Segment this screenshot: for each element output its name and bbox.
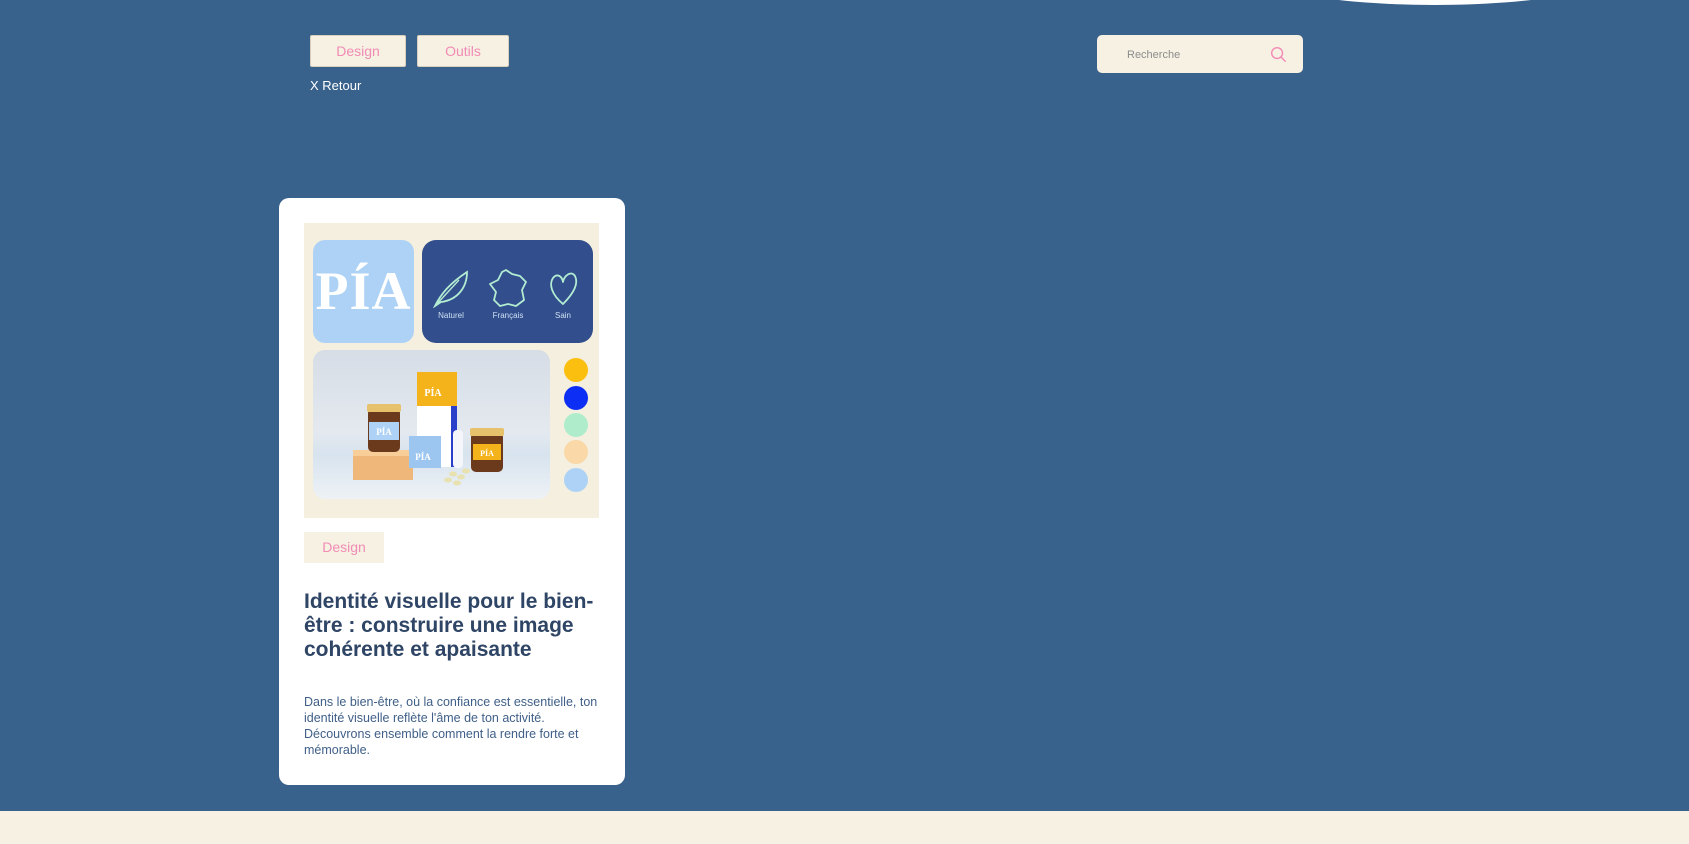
svg-text:PÍA: PÍA bbox=[480, 448, 494, 458]
product-photo: PÍA PÍA PÍA PÍA bbox=[313, 350, 550, 499]
palette-swatch bbox=[564, 358, 588, 382]
filter-design-button[interactable]: Design bbox=[310, 35, 406, 67]
palette-swatch bbox=[564, 413, 588, 437]
value-francais: Français bbox=[483, 268, 533, 320]
brand-values-panel: Naturel Français Sain bbox=[422, 240, 593, 343]
heart-icon bbox=[550, 272, 578, 305]
article-card[interactable]: PÍA Naturel Français Sain PÍA PÍA PÍA PÍ… bbox=[279, 198, 625, 785]
svg-text:PÍA: PÍA bbox=[424, 387, 442, 399]
value-label: Sain bbox=[554, 311, 571, 320]
category-tag[interactable]: Design bbox=[304, 532, 384, 563]
palette-swatch bbox=[564, 440, 588, 464]
back-link[interactable]: X Retour bbox=[310, 78, 361, 93]
search-input[interactable] bbox=[1125, 44, 1269, 66]
value-naturel: Naturel bbox=[426, 268, 476, 320]
filter-outils-button[interactable]: Outils bbox=[417, 35, 509, 67]
article-excerpt: Dans le bien-être, où la confiance est e… bbox=[304, 695, 598, 757]
search-bar bbox=[1097, 35, 1303, 73]
palette-swatch bbox=[564, 468, 588, 492]
france-map-icon bbox=[489, 269, 527, 307]
value-label: Naturel bbox=[438, 311, 464, 320]
palette-swatch bbox=[564, 386, 588, 410]
svg-text:PÍA: PÍA bbox=[415, 452, 431, 462]
article-title[interactable]: Identité visuelle pour le bien-être : co… bbox=[304, 590, 599, 662]
brand-logo: PÍA bbox=[313, 240, 414, 343]
leaf-icon bbox=[432, 270, 468, 308]
svg-text:PÍA: PÍA bbox=[376, 427, 392, 437]
value-sain: Sain bbox=[538, 268, 588, 320]
footer-strip bbox=[0, 811, 1689, 844]
search-icon[interactable] bbox=[1269, 45, 1287, 63]
header-decoration bbox=[1225, 0, 1645, 5]
article-thumbnail[interactable]: PÍA Naturel Français Sain PÍA PÍA PÍA PÍ… bbox=[304, 223, 599, 518]
value-label: Français bbox=[492, 311, 524, 320]
